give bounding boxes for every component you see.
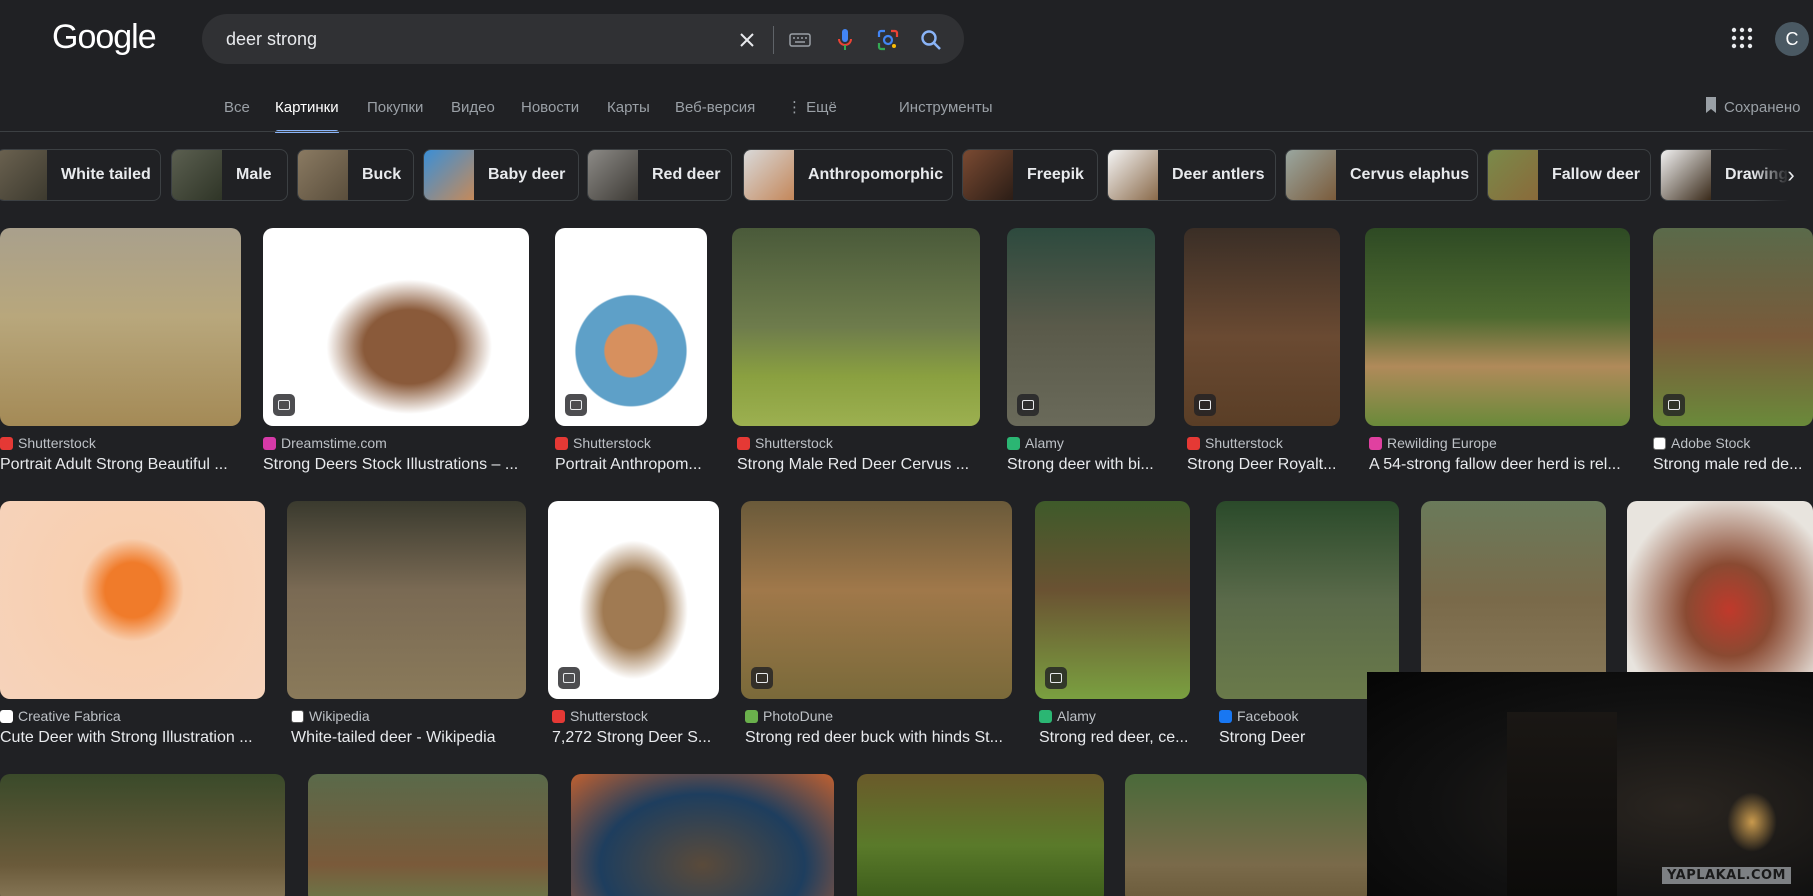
clear-icon[interactable] — [734, 27, 760, 53]
tab-web[interactable]: Веб-версия — [675, 99, 755, 131]
result-source[interactable]: Adobe Stock — [1653, 435, 1750, 451]
result-title[interactable]: 7,272 Strong Deer S... — [552, 729, 719, 747]
result-source[interactable]: Alamy — [1039, 708, 1096, 724]
saved-label: Сохранено — [1724, 98, 1801, 116]
image-badge-icon — [273, 394, 295, 416]
saved-link[interactable]: Сохранено — [1704, 96, 1800, 118]
bookmark-icon — [1704, 96, 1718, 118]
result-title[interactable]: Strong red deer, ce... — [1039, 729, 1190, 747]
chevron-right-icon[interactable]: › — [1779, 163, 1803, 187]
chip-baby-deer[interactable]: Baby deer — [423, 149, 579, 201]
result-title[interactable]: Strong red deer buck with hinds St... — [745, 729, 1012, 747]
result-image[interactable] — [1035, 501, 1190, 699]
result-image[interactable] — [1421, 501, 1606, 699]
tab-videos[interactable]: Видео — [451, 99, 495, 131]
tab-all[interactable]: Все — [224, 99, 250, 131]
video-light — [1727, 792, 1777, 852]
result-source[interactable]: Wikipedia — [291, 708, 370, 724]
result-source[interactable]: Rewilding Europe — [1369, 435, 1497, 451]
result-image[interactable] — [263, 228, 529, 426]
result-source[interactable]: Shutterstock — [1187, 435, 1283, 451]
tab-more[interactable]: ⋮ Ещё — [787, 99, 837, 131]
image-badge-icon — [565, 394, 587, 416]
result-image[interactable] — [555, 228, 707, 426]
google-logo[interactable]: Google — [52, 18, 157, 57]
result-title[interactable]: Strong Male Red Deer Cervus ... — [737, 456, 980, 474]
result-title[interactable]: Strong male red de... — [1653, 456, 1813, 474]
video-scene — [1507, 712, 1617, 896]
result-title[interactable]: Strong deer with bi... — [1007, 456, 1155, 474]
image-badge-icon — [1045, 667, 1067, 689]
result-image[interactable] — [0, 774, 285, 896]
result-image[interactable] — [0, 228, 241, 426]
search-tabs: Все Картинки Покупки Видео Новости Карты… — [0, 99, 1813, 133]
result-source[interactable]: Shutterstock — [737, 435, 833, 451]
searchbar-divider — [773, 26, 774, 54]
result-image[interactable] — [1365, 228, 1630, 426]
chip-freepik[interactable]: Freepik — [962, 149, 1098, 201]
result-title[interactable]: Portrait Anthropom... — [555, 456, 715, 474]
tab-tools[interactable]: Инструменты — [899, 99, 993, 131]
result-source[interactable]: Facebook — [1219, 708, 1298, 724]
result-image[interactable] — [732, 228, 980, 426]
tab-shopping[interactable]: Покупки — [367, 99, 423, 131]
result-image[interactable] — [741, 501, 1012, 699]
result-image[interactable] — [1627, 501, 1813, 699]
image-badge-icon — [751, 667, 773, 689]
chip-cervus-elaphus[interactable]: Cervus elaphus — [1285, 149, 1478, 201]
result-image[interactable] — [571, 774, 834, 896]
image-badge-icon — [1194, 394, 1216, 416]
result-source[interactable]: Alamy — [1007, 435, 1064, 451]
result-image[interactable] — [1007, 228, 1155, 426]
result-image[interactable] — [857, 774, 1104, 896]
result-source[interactable]: Shutterstock — [0, 435, 96, 451]
result-image[interactable] — [1216, 501, 1399, 699]
result-title[interactable]: A 54-strong fallow deer herd is rel... — [1369, 456, 1630, 474]
result-source[interactable]: Creative Fabrica — [0, 708, 121, 724]
nav-divider — [0, 131, 1813, 132]
chip-male[interactable]: Male — [171, 149, 288, 201]
result-image[interactable] — [0, 501, 265, 699]
image-badge-icon — [1663, 394, 1685, 416]
chip-anthropomorphic[interactable]: Anthropomorphic — [743, 149, 953, 201]
result-title[interactable]: Cute Deer with Strong Illustration ... — [0, 729, 265, 747]
result-title[interactable]: Portrait Adult Strong Beautiful ... — [0, 456, 241, 474]
search-input[interactable] — [226, 29, 706, 50]
keyboard-icon[interactable] — [787, 27, 813, 53]
search-icon[interactable] — [918, 27, 944, 53]
chip-red-deer[interactable]: Red deer — [587, 149, 732, 201]
result-image[interactable] — [1125, 774, 1367, 896]
image-badge-icon — [1017, 394, 1039, 416]
apps-icon[interactable] — [1730, 26, 1754, 50]
result-source[interactable]: PhotoDune — [745, 708, 833, 724]
result-image[interactable] — [1653, 228, 1813, 426]
account-avatar[interactable]: C — [1775, 22, 1809, 56]
result-image[interactable] — [548, 501, 719, 699]
chip-deer-antlers[interactable]: Deer antlers — [1107, 149, 1276, 201]
search-bar[interactable] — [202, 14, 964, 64]
tab-maps[interactable]: Карты — [607, 99, 650, 131]
video-overlay[interactable]: YAPLAKAL.COM — [1367, 672, 1813, 896]
result-source[interactable]: Shutterstock — [555, 435, 651, 451]
tab-news[interactable]: Новости — [521, 99, 579, 131]
mic-icon[interactable] — [832, 27, 858, 53]
image-badge-icon — [558, 667, 580, 689]
result-title[interactable]: White-tailed deer - Wikipedia — [291, 729, 526, 747]
result-image[interactable] — [308, 774, 548, 896]
lens-icon[interactable] — [875, 27, 901, 53]
chip-white-tailed[interactable]: White tailed — [0, 149, 161, 201]
tab-images[interactable]: Картинки — [275, 99, 339, 133]
result-title[interactable]: Strong Deers Stock Illustrations – ... — [263, 456, 529, 474]
chip-buck[interactable]: Buck — [297, 149, 414, 201]
result-source[interactable]: Dreamstime.com — [263, 435, 387, 451]
refinement-chips: White tailed Male Buck Baby deer Red dee… — [0, 149, 1813, 201]
chip-fallow-deer[interactable]: Fallow deer — [1487, 149, 1651, 201]
video-watermark: YAPLAKAL.COM — [1662, 867, 1791, 884]
result-image[interactable] — [287, 501, 526, 699]
result-source[interactable]: Shutterstock — [552, 708, 648, 724]
result-title[interactable]: Strong Deer Royalt... — [1187, 456, 1340, 474]
result-image[interactable] — [1184, 228, 1340, 426]
